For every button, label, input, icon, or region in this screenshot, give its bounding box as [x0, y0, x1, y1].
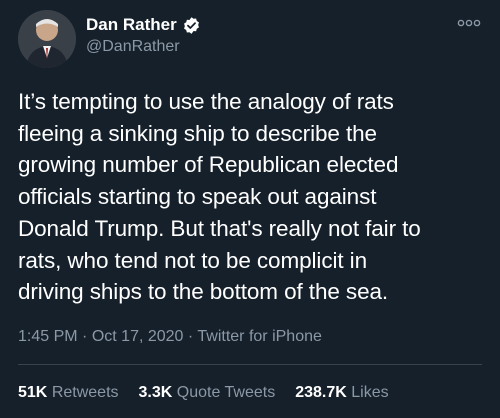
likes-stat[interactable]: 238.7K Likes — [295, 384, 388, 402]
divider — [18, 364, 482, 365]
tweet-date[interactable]: Oct 17, 2020 — [92, 328, 184, 345]
display-name[interactable]: Dan Rather — [86, 15, 177, 35]
display-name-row: Dan Rather — [86, 14, 201, 36]
quote-tweets-count: 3.3K — [138, 384, 173, 401]
verified-badge-icon — [182, 16, 201, 35]
quote-tweets-stat[interactable]: 3.3K Quote Tweets — [139, 384, 276, 402]
tweet-time[interactable]: 1:45 PM — [18, 328, 78, 345]
retweets-count: 51K — [18, 384, 48, 401]
avatar[interactable] — [18, 10, 76, 68]
user-handle[interactable]: @DanRather — [86, 38, 180, 56]
meta-separator: · — [82, 328, 88, 345]
meta-separator: · — [187, 328, 194, 345]
likes-label: Likes — [351, 384, 389, 401]
likes-count: 238.7K — [295, 384, 347, 401]
more-options-icon[interactable] — [456, 14, 482, 32]
tweet-card: Dan Rather @DanRather It’s tempting to u… — [0, 0, 500, 418]
avatar-photo-icon — [18, 10, 76, 68]
tweet-meta: 1:45 PM · Oct 17, 2020 · Twitter for iPh… — [18, 328, 322, 346]
retweets-stat[interactable]: 51K Retweets — [18, 384, 119, 402]
tweet-text: It’s tempting to use the analogy of rats… — [18, 89, 421, 305]
tweet-source[interactable]: Twitter for iPhone — [197, 328, 322, 345]
engagement-stats: 51K Retweets 3.3K Quote Tweets 238.7K Li… — [18, 384, 389, 402]
retweets-label: Retweets — [51, 384, 119, 401]
quote-tweets-label: Quote Tweets — [176, 384, 276, 401]
